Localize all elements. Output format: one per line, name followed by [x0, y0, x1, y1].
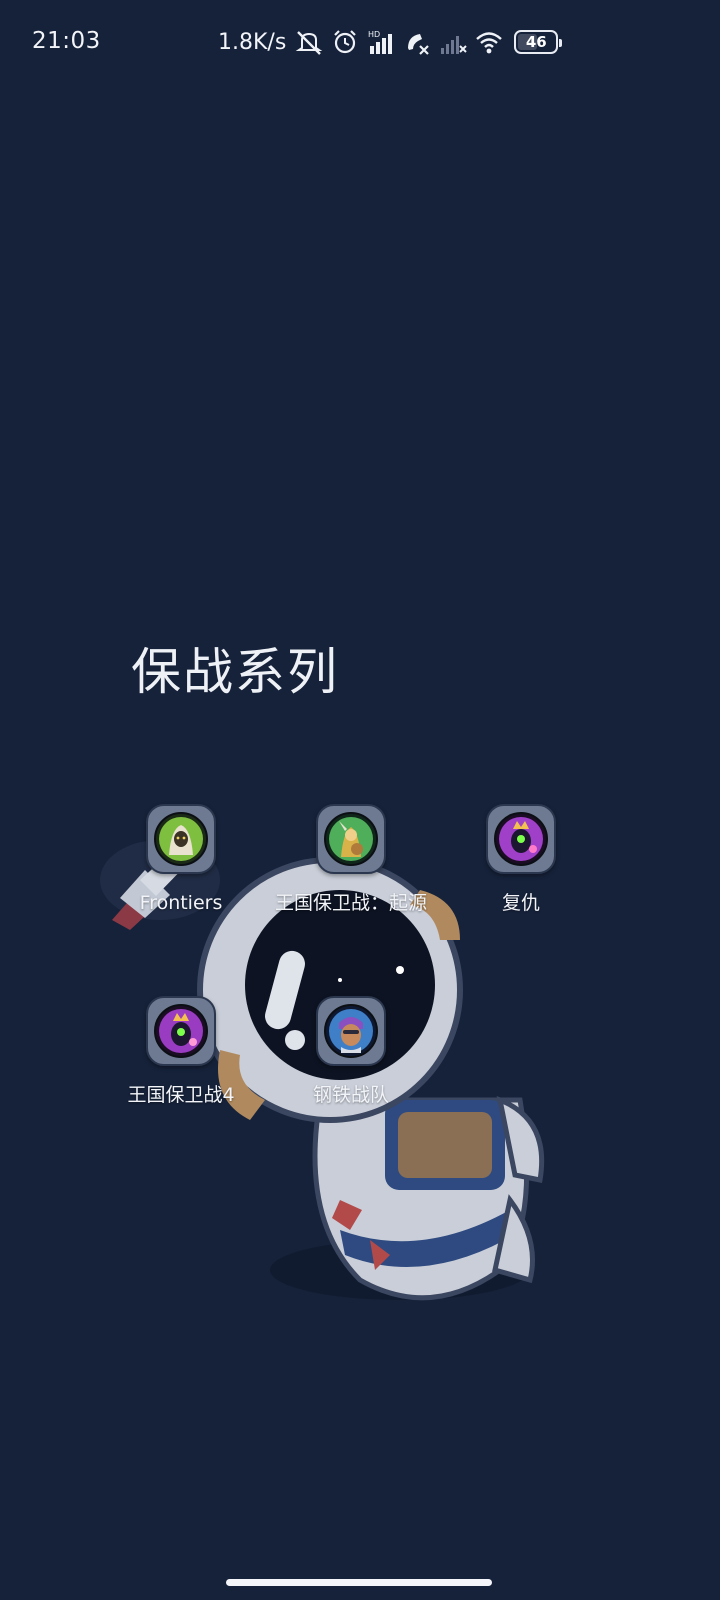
- alarm-icon: [334, 30, 357, 54]
- status-time: 21:03: [32, 28, 101, 54]
- frontiers-game-icon[interactable]: [146, 804, 216, 874]
- app-kingdom-rush-4[interactable]: 王国保卫战4: [96, 996, 266, 1108]
- app-iron-marines[interactable]: 钢铁战队: [266, 996, 436, 1108]
- battery-icon: 46: [514, 30, 563, 54]
- battery-percent: 46: [525, 33, 547, 51]
- folder-title[interactable]: 保战系列: [131, 632, 339, 704]
- network-speed: 1.8K/s: [218, 29, 287, 55]
- app-origins[interactable]: 王国保卫战：起源: [266, 804, 436, 916]
- wifi-icon: [476, 32, 503, 54]
- status-bar: 21:03 1.8K/s HD 46: [0, 0, 720, 86]
- app-vengeance[interactable]: 复仇: [436, 804, 606, 916]
- home-indicator[interactable]: [226, 1579, 492, 1586]
- home-screen: 21:03 1.8K/s HD 46 保战系列 Frontiers 王国保卫战：…: [0, 0, 720, 1600]
- app-label: 钢铁战队: [312, 1084, 389, 1106]
- kingdom-rush-4-icon[interactable]: [146, 996, 216, 1066]
- app-label: 王国保卫战4: [127, 1084, 235, 1106]
- app-label: Frontiers: [139, 892, 223, 914]
- app-label: 王国保卫战：起源: [274, 892, 427, 914]
- mute-bell-icon: [295, 31, 323, 55]
- app-frontiers[interactable]: Frontiers: [96, 804, 266, 916]
- app-label: 复仇: [501, 892, 540, 914]
- signal-no-service-icon: [441, 36, 468, 54]
- vengeance-game-icon[interactable]: [486, 804, 556, 874]
- origins-game-icon[interactable]: [316, 804, 386, 874]
- status-indicators: 1.8K/s HD 46: [218, 26, 563, 58]
- svg-text:HD: HD: [368, 30, 380, 39]
- call-blocked-icon: [408, 34, 430, 55]
- iron-marines-icon[interactable]: [316, 996, 386, 1066]
- hd-signal-icon: HD: [368, 30, 393, 54]
